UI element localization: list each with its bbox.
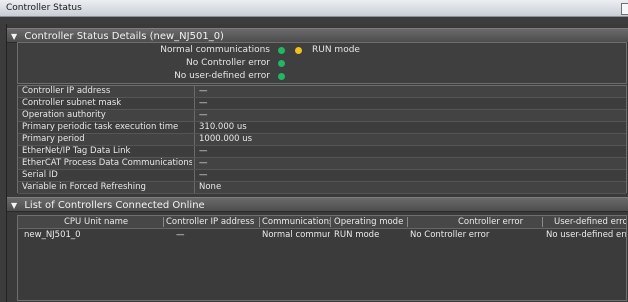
property-value: None — [199, 182, 222, 192]
status-details-header[interactable]: ▼ Controller Status Details (new_NJ501_0… — [7, 28, 628, 43]
property-row: Primary period 1000.000 us — [18, 134, 626, 146]
property-row: EtherCAT Process Data Communications — — [18, 158, 626, 170]
user-error-status-icon — [278, 73, 285, 80]
column-header-communications[interactable]: Communications — [262, 216, 330, 228]
column-divider[interactable] — [330, 217, 331, 227]
window-title: Controller Status — [6, 3, 82, 13]
communications-cell: Normal commun — [262, 230, 330, 240]
status-line-communications: Normal communications — [18, 44, 270, 56]
controller-error-status-icon — [278, 60, 285, 67]
property-value: — — [199, 170, 208, 180]
column-header-operating-mode[interactable]: Operating mode — [334, 216, 406, 228]
list-header-row: CPU Unit name Controller IP address Comm… — [18, 216, 626, 229]
property-key: Controller subnet mask — [22, 98, 122, 108]
table-row[interactable]: new_NJ501_0 — Normal commun RUN mode No … — [18, 229, 626, 241]
user-error-status-label: No user-defined error — [174, 71, 270, 81]
operating-mode-cell: RUN mode — [334, 230, 380, 240]
property-value: — — [199, 98, 208, 108]
controller-ip-cell: — — [176, 230, 185, 240]
status-details-title: Controller Status Details (new_NJ501_0) — [24, 31, 224, 42]
property-key: Variable in Forced Refreshing — [22, 182, 146, 192]
collapse-triangle-icon[interactable]: ▼ — [11, 32, 17, 41]
communications-status-icon — [278, 47, 285, 54]
property-key: Controller IP address — [22, 86, 111, 96]
controller-error-cell: No Controller error — [410, 230, 490, 240]
column-divider[interactable] — [542, 217, 543, 227]
property-key: Serial ID — [22, 170, 58, 180]
property-key: EtherCAT Process Data Communications — [22, 158, 192, 168]
property-row: Controller IP address — — [18, 86, 626, 98]
property-value: — — [199, 86, 208, 96]
property-value: 310.000 us — [199, 122, 247, 132]
property-value: — — [199, 110, 208, 120]
status-summary-box: Normal communications RUN mode No Contro… — [17, 42, 627, 84]
column-header-cpu-unit-name[interactable]: CPU Unit name — [64, 216, 164, 228]
controller-error-status-label: No Controller error — [185, 58, 270, 68]
run-mode-icon — [295, 47, 302, 54]
user-defined-error-cell: No user-defined errc — [546, 230, 626, 240]
online-controllers-header[interactable]: ▼ List of Controllers Connected Online — [7, 197, 628, 212]
property-key: EtherNet/IP Tag Data Link — [22, 146, 131, 156]
property-row: EtherNet/IP Tag Data Link — — [18, 146, 626, 158]
online-controllers-list: CPU Unit name Controller IP address Comm… — [17, 215, 627, 301]
status-line-controller-error: No Controller error — [18, 57, 270, 69]
controller-status-panel: ▼ Controller Status Details (new_NJ501_0… — [6, 24, 628, 302]
property-row: Controller subnet mask — — [18, 98, 626, 110]
column-header-controller-ip[interactable]: Controller IP address — [166, 216, 258, 228]
window-titlebar: Controller Status — [0, 0, 628, 17]
property-row: Primary periodic task execution time 310… — [18, 122, 626, 134]
properties-table: Controller IP address — Controller subne… — [17, 85, 627, 194]
property-value: — — [199, 146, 208, 156]
column-divider[interactable] — [259, 217, 260, 227]
property-key: Primary periodic task execution time — [22, 122, 179, 132]
column-header-user-defined-error[interactable]: User-defined error — [554, 216, 626, 228]
collapse-triangle-icon[interactable]: ▼ — [11, 201, 17, 210]
property-value: 1000.000 us — [199, 134, 253, 144]
run-mode-label: RUN mode — [312, 45, 360, 55]
communications-status-label: Normal communications — [160, 45, 270, 55]
property-value: — — [199, 158, 208, 168]
property-row: Variable in Forced Refreshing None — [18, 182, 626, 194]
window-edge-tab[interactable] — [621, 3, 628, 15]
column-header-controller-error[interactable]: Controller error — [458, 216, 538, 228]
column-divider[interactable] — [163, 217, 164, 227]
status-line-user-error: No user-defined error — [18, 70, 270, 82]
property-row: Operation authority — — [18, 110, 626, 122]
cpu-unit-name-cell: new_NJ501_0 — [24, 230, 81, 240]
property-key: Operation authority — [22, 110, 106, 120]
column-divider[interactable] — [407, 217, 408, 227]
property-key: Primary period — [22, 134, 85, 144]
online-controllers-title: List of Controllers Connected Online — [24, 200, 205, 211]
property-row: Serial ID — — [18, 170, 626, 182]
